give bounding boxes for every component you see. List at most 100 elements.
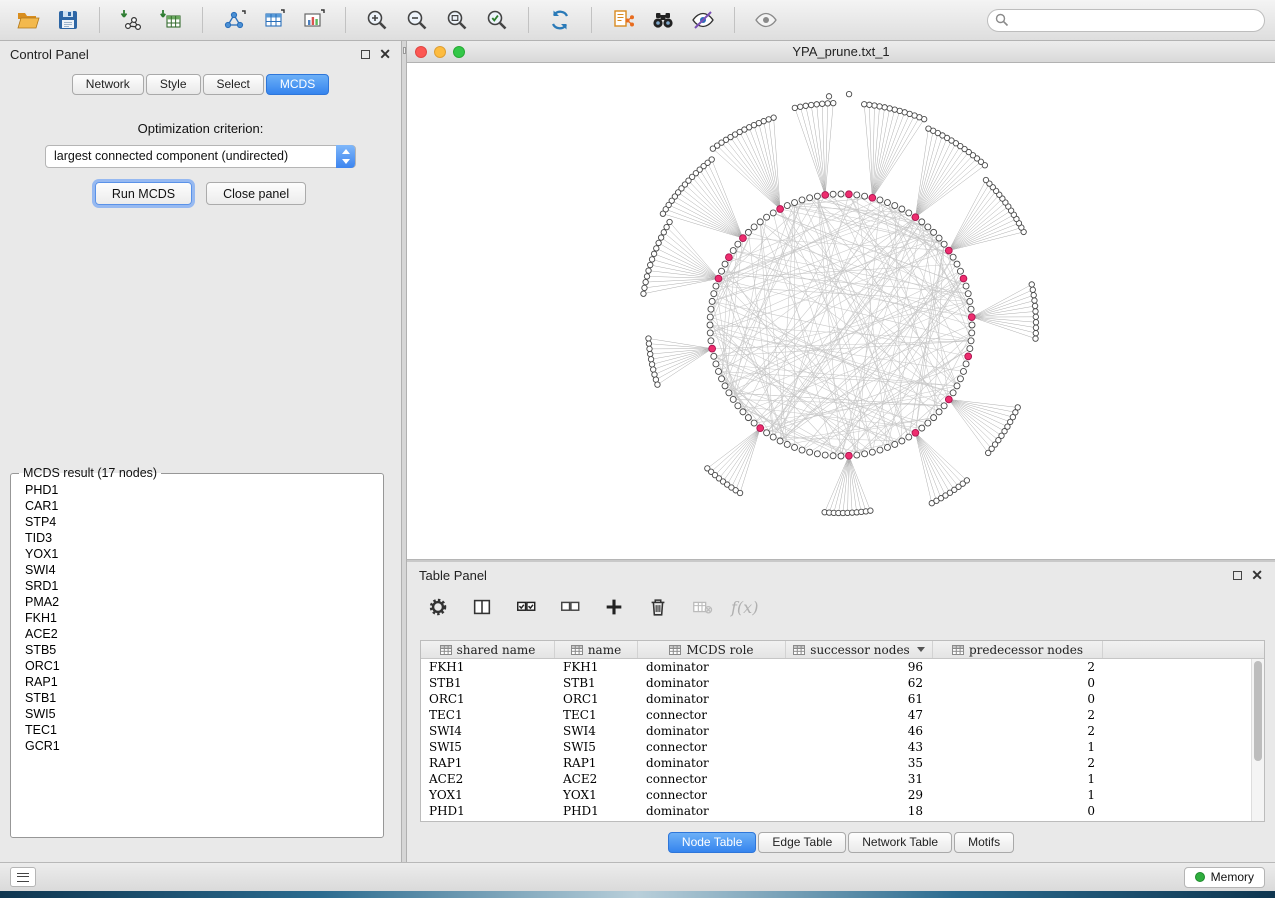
control-panel: Control Panel ✕ Network Style Select MCD… bbox=[0, 41, 402, 862]
import-table-button[interactable] bbox=[153, 4, 189, 36]
table-cell-shared_name: ORC1 bbox=[421, 691, 555, 707]
column-header-name[interactable]: name bbox=[555, 641, 638, 658]
scrollbar-thumb[interactable] bbox=[1254, 661, 1262, 761]
network-graph[interactable] bbox=[407, 63, 1275, 560]
table-cell-successors: 62 bbox=[786, 675, 933, 691]
tab-mcds[interactable]: MCDS bbox=[266, 74, 329, 95]
column-header-label: predecessor nodes bbox=[969, 643, 1083, 657]
mcds-result-item[interactable]: RAP1 bbox=[13, 674, 381, 690]
zoom-out-icon bbox=[405, 8, 429, 32]
table-row[interactable]: ACE2ACE2connector311 bbox=[421, 771, 1251, 787]
tab-edge-table[interactable]: Edge Table bbox=[758, 832, 846, 853]
table-settings-button[interactable] bbox=[423, 593, 453, 621]
table-row[interactable]: SWI4SWI4dominator462 bbox=[421, 723, 1251, 739]
table-row[interactable]: ORC1ORC1dominator610 bbox=[421, 691, 1251, 707]
window-zoom-button[interactable] bbox=[453, 46, 465, 58]
show-eye-button[interactable] bbox=[748, 4, 784, 36]
tab-style[interactable]: Style bbox=[146, 74, 201, 95]
mcds-result-item[interactable]: GCR1 bbox=[13, 738, 381, 754]
tab-network[interactable]: Network bbox=[72, 74, 144, 95]
open-session-button[interactable] bbox=[10, 4, 46, 36]
mcds-result-item[interactable]: STB5 bbox=[13, 642, 381, 658]
mcds-result-item[interactable]: PMA2 bbox=[13, 594, 381, 610]
mcds-result-item[interactable]: PHD1 bbox=[13, 482, 381, 498]
tab-motifs[interactable]: Motifs bbox=[954, 832, 1014, 853]
mcds-result-item[interactable]: TEC1 bbox=[13, 722, 381, 738]
zoom-out-button[interactable] bbox=[399, 4, 435, 36]
run-mcds-button[interactable]: Run MCDS bbox=[95, 182, 192, 205]
column-header-label: successor nodes bbox=[810, 643, 909, 657]
refresh-button[interactable] bbox=[542, 4, 578, 36]
import-network-button[interactable] bbox=[113, 4, 149, 36]
export-network-button[interactable] bbox=[216, 4, 252, 36]
mcds-result-item[interactable]: FKH1 bbox=[13, 610, 381, 626]
hide-eye-button[interactable] bbox=[685, 4, 721, 36]
column-icon bbox=[440, 645, 452, 655]
mcds-result-item[interactable]: ACE2 bbox=[13, 626, 381, 642]
window-close-button[interactable] bbox=[415, 46, 427, 58]
share-document-button[interactable] bbox=[605, 4, 641, 36]
gear-icon bbox=[427, 596, 449, 618]
column-header-predecessor-nodes[interactable]: predecessor nodes bbox=[933, 641, 1103, 658]
table-row[interactable]: FKH1FKH1dominator962 bbox=[421, 659, 1251, 675]
mcds-result-item[interactable]: STP4 bbox=[13, 514, 381, 530]
float-panel-icon[interactable] bbox=[361, 50, 370, 59]
mcds-result-item[interactable]: YOX1 bbox=[13, 546, 381, 562]
table-row[interactable]: STB1STB1dominator620 bbox=[421, 675, 1251, 691]
mcds-result-title: MCDS result (17 nodes) bbox=[19, 466, 161, 480]
select-all-button[interactable] bbox=[511, 593, 541, 621]
memory-button[interactable]: Memory bbox=[1184, 867, 1265, 888]
optimization-criterion-select[interactable]: largest connected component (undirected) bbox=[45, 145, 356, 168]
search-input[interactable] bbox=[987, 9, 1265, 32]
table-cell-predecessors: 2 bbox=[933, 659, 1103, 675]
save-session-button[interactable] bbox=[50, 4, 86, 36]
close-table-panel-icon[interactable]: ✕ bbox=[1251, 571, 1263, 580]
mcds-result-item[interactable]: SWI4 bbox=[13, 562, 381, 578]
delete-table-button-disabled[interactable] bbox=[687, 593, 717, 621]
tab-node-table[interactable]: Node Table bbox=[668, 832, 757, 853]
mcds-result-fieldset: MCDS result (17 nodes) PHD1CAR1STP4TID3Y… bbox=[10, 466, 384, 838]
column-header-successor-nodes[interactable]: successor nodes bbox=[786, 641, 933, 658]
table-row[interactable]: YOX1YOX1connector291 bbox=[421, 787, 1251, 803]
binoculars-button[interactable] bbox=[645, 4, 681, 36]
tab-select[interactable]: Select bbox=[203, 74, 264, 95]
toolbar-separator bbox=[202, 7, 203, 33]
function-builder-icon[interactable]: f(x) bbox=[731, 598, 758, 617]
table-row[interactable]: RAP1RAP1dominator352 bbox=[421, 755, 1251, 771]
column-header-shared-name[interactable]: shared name bbox=[421, 641, 555, 658]
add-column-button[interactable] bbox=[599, 593, 629, 621]
column-header-MCDS-role[interactable]: MCDS role bbox=[638, 641, 786, 658]
table-row[interactable]: TEC1TEC1connector472 bbox=[421, 707, 1251, 723]
tab-network-table[interactable]: Network Table bbox=[848, 832, 952, 853]
table-scrollbar[interactable] bbox=[1251, 659, 1264, 821]
import-network-icon bbox=[119, 8, 143, 32]
mcds-result-list[interactable]: PHD1CAR1STP4TID3YOX1SWI4SRD1PMA2FKH1ACE2… bbox=[13, 482, 381, 835]
export-table-button[interactable] bbox=[256, 4, 292, 36]
table-cell-predecessors: 2 bbox=[933, 707, 1103, 723]
show-columns-button[interactable] bbox=[467, 593, 497, 621]
zoom-in-button[interactable] bbox=[359, 4, 395, 36]
network-canvas[interactable] bbox=[407, 63, 1275, 559]
network-window-title: YPA_prune.txt_1 bbox=[407, 44, 1275, 59]
zoom-fit-button[interactable] bbox=[439, 4, 475, 36]
close-panel-button[interactable]: Close panel bbox=[206, 182, 306, 205]
export-image-button[interactable] bbox=[296, 4, 332, 36]
float-table-panel-icon[interactable] bbox=[1233, 571, 1242, 580]
deselect-all-button[interactable] bbox=[555, 593, 585, 621]
table-row[interactable]: PHD1PHD1dominator180 bbox=[421, 803, 1251, 819]
mcds-result-item[interactable]: ORC1 bbox=[13, 658, 381, 674]
import-table-icon bbox=[159, 8, 183, 32]
mcds-result-item[interactable]: SWI5 bbox=[13, 706, 381, 722]
mcds-result-item[interactable]: STB1 bbox=[13, 690, 381, 706]
table-cell-role: connector bbox=[638, 787, 786, 803]
mcds-result-item[interactable]: SRD1 bbox=[13, 578, 381, 594]
window-minimize-button[interactable] bbox=[434, 46, 446, 58]
mcds-result-item[interactable]: TID3 bbox=[13, 530, 381, 546]
task-history-button[interactable] bbox=[10, 867, 36, 887]
close-panel-icon[interactable]: ✕ bbox=[379, 50, 391, 59]
zoom-selected-button[interactable] bbox=[479, 4, 515, 36]
table-row[interactable]: SWI5SWI5connector431 bbox=[421, 739, 1251, 755]
delete-column-button[interactable] bbox=[643, 593, 673, 621]
list-icon bbox=[17, 873, 29, 882]
mcds-result-item[interactable]: CAR1 bbox=[13, 498, 381, 514]
